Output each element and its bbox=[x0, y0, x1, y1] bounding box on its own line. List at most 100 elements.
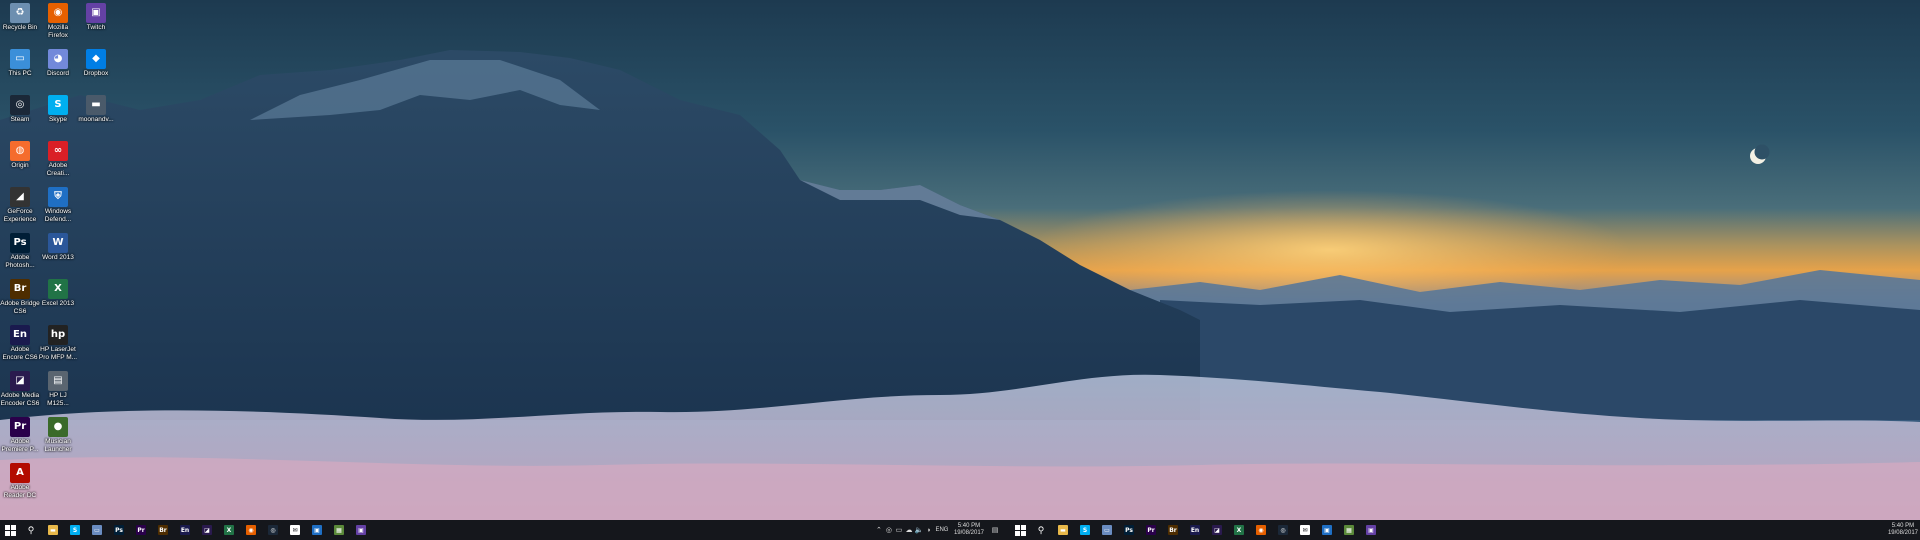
steam-icon: ◎ bbox=[10, 95, 30, 115]
search-button[interactable]: ⚲ bbox=[20, 520, 42, 540]
taskbar-app-skype[interactable]: S bbox=[1074, 520, 1096, 540]
hp-icon: hp bbox=[48, 325, 68, 345]
taskbar-app-excel[interactable]: X bbox=[218, 520, 240, 540]
desktop-icon-recycle-bin[interactable]: ♻ Recycle Bin bbox=[0, 3, 40, 32]
desktop-icon-this-pc[interactable]: ▭ This PC bbox=[0, 49, 40, 78]
desktop-icon-hp[interactable]: hp HP LaserJet Pro MFP M... bbox=[38, 325, 78, 361]
taskbar-app-minecraft[interactable]: ▦ bbox=[328, 520, 350, 540]
desktop-icon-geforce[interactable]: ◢ GeForce Experience bbox=[0, 187, 40, 223]
taskbar-app-firefox[interactable]: ◉ bbox=[240, 520, 262, 540]
start-button-2[interactable] bbox=[1010, 520, 1030, 540]
encore-icon: En bbox=[180, 525, 190, 535]
windows-defender-icon: ⛨ bbox=[48, 187, 68, 207]
mail-icon: ✉ bbox=[1300, 525, 1310, 535]
taskbar-app-mail[interactable]: ✉ bbox=[1294, 520, 1316, 540]
desktop-icon-word[interactable]: W Word 2013 bbox=[38, 233, 78, 262]
taskbar-app-app-window[interactable]: ▭ bbox=[1096, 520, 1118, 540]
media-encoder-icon: ◪ bbox=[1212, 525, 1222, 535]
desktop-icon-premiere[interactable]: Pr Adobe Premiere P... bbox=[0, 417, 40, 453]
desktop-icon-label: Recycle Bin bbox=[2, 24, 38, 31]
desktop-icon-excel[interactable]: X Excel 2013 bbox=[38, 279, 78, 308]
discord-icon: ◕ bbox=[48, 49, 68, 69]
desktop[interactable]: ♻ Recycle Bin ◉ Mozilla Firefox ▣ Twitch ▭ This… bbox=[0, 0, 1920, 520]
cloud-icon[interactable]: ☁ bbox=[904, 520, 914, 540]
taskbar-app-premiere[interactable]: Pr bbox=[1140, 520, 1162, 540]
desktop-icon-label: Adobe Photosh... bbox=[5, 254, 35, 269]
notification-icon[interactable]: ▤ bbox=[988, 520, 1002, 540]
word-icon: W bbox=[48, 233, 68, 253]
desktop-icon-firefox[interactable]: ◉ Mozilla Firefox bbox=[38, 3, 78, 39]
taskbar-app-media-encoder[interactable]: ◪ bbox=[1206, 520, 1228, 540]
desktop-icon-label: Origin bbox=[11, 162, 29, 169]
taskbar-app-twitch[interactable]: ▣ bbox=[1360, 520, 1382, 540]
taskbar-app-premiere[interactable]: Pr bbox=[130, 520, 152, 540]
bridge-icon: Br bbox=[1168, 525, 1178, 535]
system-tray: ⌃ ◎ ▭ ☁ 🔈 ◗ ENG 5:40 PM 19/08/2017 ▤ bbox=[874, 520, 1002, 540]
taskbar-app-file-explorer[interactable]: ▬ bbox=[1052, 520, 1074, 540]
desktop-icon-label: Excel 2013 bbox=[41, 300, 75, 307]
desktop-icon-label: Steam bbox=[10, 116, 30, 123]
desktop-icon-label: Adobe Encore CS6 bbox=[2, 346, 38, 361]
desktop-icon-label: Adobe Premiere P... bbox=[1, 438, 39, 453]
desktop-icon-discord[interactable]: ◕ Discord bbox=[38, 49, 78, 78]
twitch-icon: ▣ bbox=[1366, 525, 1376, 535]
minecraft-icon: ▦ bbox=[334, 525, 344, 535]
desktop-icon-steam[interactable]: ◎ Steam bbox=[0, 95, 40, 124]
clock[interactable]: 5:40 PM 19/08/2017 bbox=[950, 523, 988, 537]
desktop-icon-media-encoder[interactable]: ◪ Adobe Media Encoder CS6 bbox=[0, 371, 40, 407]
network-icon[interactable]: ▭ bbox=[894, 520, 904, 540]
clock-date: 19/08/2017 bbox=[953, 530, 984, 536]
desktop-icon-twitch[interactable]: ▣ Twitch bbox=[76, 3, 116, 32]
onedrive-icon[interactable]: ◗ bbox=[924, 520, 934, 540]
desktop-icon-windows-defender[interactable]: ⛨ Windows Defend... bbox=[38, 187, 78, 223]
desktop-icon-image-file[interactable]: ▬ moonandv... bbox=[76, 95, 116, 124]
taskbar-app-firefox[interactable]: ◉ bbox=[1250, 520, 1272, 540]
taskbar-app-steam[interactable]: ◎ bbox=[1272, 520, 1294, 540]
taskbar-app-mail[interactable]: ✉ bbox=[284, 520, 306, 540]
taskbar-app-file-explorer[interactable]: ▬ bbox=[42, 520, 64, 540]
taskbar-app-bridge[interactable]: Br bbox=[1162, 520, 1184, 540]
desktop-icon-label: HP LaserJet Pro MFP M... bbox=[38, 346, 78, 361]
taskbar-app-app-window[interactable]: ▭ bbox=[86, 520, 108, 540]
chevron-up-icon[interactable]: ⌃ bbox=[874, 520, 884, 540]
desktop-icon-bridge[interactable]: Br Adobe Bridge CS6 bbox=[0, 279, 40, 315]
taskbar-app-minecraft[interactable]: ▦ bbox=[1338, 520, 1360, 540]
desktop-icon-printer[interactable]: ▤ HP LJ M125... bbox=[38, 371, 78, 407]
photoshop-icon: Ps bbox=[114, 525, 124, 535]
taskbar-app-twitch[interactable]: ▣ bbox=[350, 520, 372, 540]
taskbar-app-encore[interactable]: En bbox=[174, 520, 196, 540]
volume-icon[interactable]: 🔈 bbox=[914, 520, 924, 540]
taskbar-app-media-encoder[interactable]: ◪ bbox=[196, 520, 218, 540]
desktop-icon-dropbox[interactable]: ◆ Dropbox bbox=[76, 49, 116, 78]
desktop-icon-label: Windows Defend... bbox=[44, 208, 72, 223]
bridge-icon: Br bbox=[10, 279, 30, 299]
taskbar-app-photoshop[interactable]: Ps bbox=[1118, 520, 1140, 540]
media-encoder-icon: ◪ bbox=[202, 525, 212, 535]
steam-tray-icon[interactable]: ◎ bbox=[884, 520, 894, 540]
encore-icon: En bbox=[10, 325, 30, 345]
desktop-icon-skype[interactable]: S Skype bbox=[38, 95, 78, 124]
desktop-icon-origin[interactable]: ◍ Origin bbox=[0, 141, 40, 170]
clock-date: 19/08/2017 bbox=[1887, 530, 1918, 536]
desktop-icon-adobe-creative-cloud[interactable]: ∞ Adobe Creati... bbox=[38, 141, 78, 177]
taskbar-app-encore[interactable]: En bbox=[1184, 520, 1206, 540]
desktop-icon-musician-launcher[interactable]: ● Musician Launcher bbox=[38, 417, 78, 453]
taskbar-app-bridge[interactable]: Br bbox=[152, 520, 174, 540]
taskbar-app-skype[interactable]: S bbox=[64, 520, 86, 540]
taskbar-app-steam[interactable]: ◎ bbox=[262, 520, 284, 540]
taskbar-app-photoshop[interactable]: Ps bbox=[108, 520, 130, 540]
desktop-icon-encore[interactable]: En Adobe Encore CS6 bbox=[0, 325, 40, 361]
start-button[interactable] bbox=[0, 520, 20, 540]
desktop-icon-label: Word 2013 bbox=[42, 254, 74, 261]
clock-2[interactable]: 5:40 PM 19/08/2017 bbox=[1884, 523, 1920, 537]
language-indicator[interactable]: ENG bbox=[934, 520, 950, 540]
desktop-icon-adobe-reader[interactable]: A Adobe Reader DC bbox=[0, 463, 40, 499]
taskbar-app-app-blue[interactable]: ▣ bbox=[306, 520, 328, 540]
image-file-icon: ▬ bbox=[86, 95, 106, 115]
desktop-icon-label: moonandv... bbox=[78, 116, 114, 123]
taskbar-app-excel[interactable]: X bbox=[1228, 520, 1250, 540]
desktop-icon-photoshop[interactable]: Ps Adobe Photosh... bbox=[0, 233, 40, 269]
excel-icon: X bbox=[1234, 525, 1244, 535]
taskbar-app-app-blue[interactable]: ▣ bbox=[1316, 520, 1338, 540]
search-button-2[interactable]: ⚲ bbox=[1030, 520, 1052, 540]
